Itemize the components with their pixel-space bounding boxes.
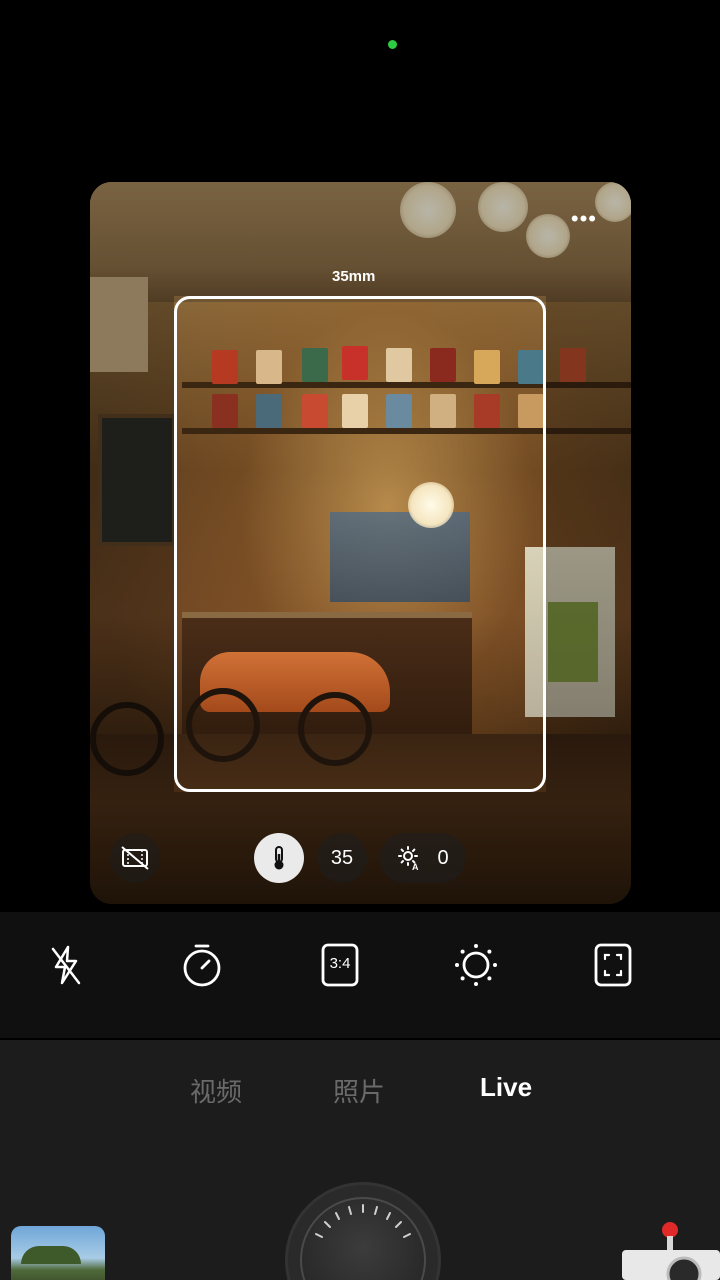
live-off-icon [121, 846, 149, 870]
shutter-button[interactable] [285, 1182, 441, 1280]
timer-icon [183, 944, 221, 987]
capture-mode-area: 视频 照片 Live [0, 1040, 720, 1280]
exposure-button[interactable]: A 0 [380, 833, 466, 883]
zoom-level-button[interactable]: 35 [317, 833, 367, 883]
retro-camera-icon [622, 1222, 720, 1280]
shutter-dial [300, 1197, 426, 1280]
mode-photo[interactable]: 照片 [333, 1072, 385, 1109]
crop-frame [174, 296, 546, 792]
brightness-icon [455, 944, 497, 986]
dial-ticks-icon [315, 1204, 411, 1238]
camera-shutter-knob [662, 1222, 678, 1238]
more-options-icon[interactable]: ••• [571, 208, 597, 230]
camera-in-use-indicator [388, 40, 397, 49]
zoom-value: 35 [330, 846, 354, 869]
focus-frame-button[interactable] [590, 942, 636, 988]
color-temperature-button[interactable] [254, 833, 304, 883]
live-photo-off-button[interactable] [110, 833, 160, 883]
thermometer-icon [274, 846, 284, 870]
camera-viewfinder[interactable]: ••• 35mm 35 A 0 [90, 182, 631, 904]
camera-style-button[interactable] [614, 1218, 720, 1280]
gallery-thumbnail[interactable] [11, 1226, 105, 1280]
flash-off-icon [51, 945, 81, 985]
thumbnail-hill [21, 1246, 81, 1264]
crop-mask [90, 296, 174, 792]
crop-mask [546, 296, 631, 792]
brightness-button[interactable] [453, 942, 499, 988]
focal-length-label: 35mm [332, 268, 376, 285]
timer-button[interactable] [179, 942, 225, 988]
flash-toggle-button[interactable] [43, 942, 89, 988]
camera-settings-toolbar: 3:4 [0, 912, 720, 1038]
svg-text:A: A [412, 862, 419, 871]
auto-exposure-icon: A [398, 846, 419, 871]
aspect-ratio-button[interactable]: 3:4 [317, 942, 363, 988]
aspect-ratio-label: 3:4 [329, 955, 351, 972]
mode-video[interactable]: 视频 [190, 1072, 242, 1109]
mode-live[interactable]: Live [480, 1072, 532, 1103]
focus-frame-icon [594, 943, 632, 987]
exposure-value: 0 [437, 846, 449, 869]
